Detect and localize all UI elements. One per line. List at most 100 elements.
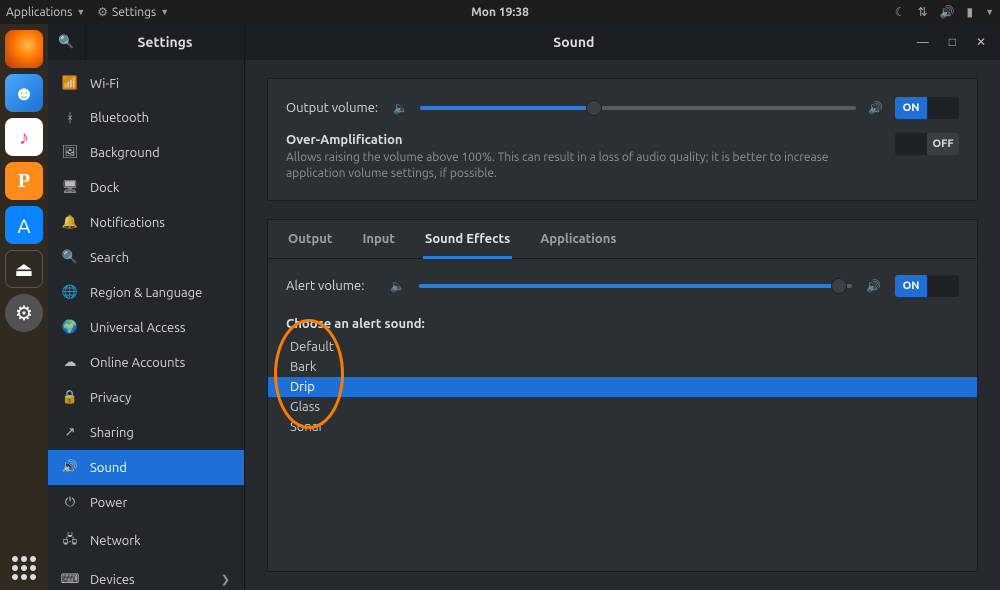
alert-sound-drip[interactable]: Drip bbox=[268, 377, 977, 397]
toggle-on-label bbox=[895, 133, 927, 155]
alert-sound-glass[interactable]: Glass bbox=[268, 397, 977, 417]
sidebar-item-privacy[interactable]: 🔒Privacy bbox=[48, 380, 244, 415]
sidebar-item-label: Background bbox=[90, 146, 160, 160]
speaker-high-icon: 🔊 bbox=[866, 279, 881, 293]
sidebar-item-label: Sharing bbox=[90, 426, 134, 440]
sidebar-item-label: Online Accounts bbox=[90, 356, 185, 370]
sidebar-item-label: Dock bbox=[90, 181, 119, 195]
settings-topmenu-label: Settings bbox=[112, 6, 156, 19]
show-applications-button[interactable] bbox=[12, 556, 36, 580]
sidebar-item-sound[interactable]: 🔊 Sound bbox=[48, 450, 244, 485]
search-button[interactable]: 🔍 bbox=[48, 24, 86, 60]
speaker-high-icon: 🔊 bbox=[868, 101, 883, 115]
sidebar-item-online[interactable]: ☁ Online Accounts bbox=[48, 345, 244, 380]
sidebar-item-wifi[interactable]: 📶Wi-Fi bbox=[48, 66, 244, 101]
chevron-down-icon: ▼ bbox=[160, 7, 169, 17]
sidebar-item-notifications[interactable]: 🔔Notifications bbox=[48, 205, 244, 240]
alert-sound-sonar[interactable]: Sonar bbox=[268, 417, 977, 437]
system-tray[interactable]: ☾ ⇅ 🔊 ▮ ▼ bbox=[895, 5, 994, 19]
online-icon: ☁ bbox=[62, 355, 78, 370]
sound-icon: 🔊 bbox=[62, 460, 78, 475]
content-area: Output volume: 🔈 🔊 ON Over-Amplification bbox=[245, 60, 1000, 590]
sharing-icon: ↗ bbox=[62, 425, 78, 440]
speaker-low-icon: 🔈 bbox=[393, 101, 408, 115]
dock-icon-pages[interactable]: P bbox=[5, 162, 43, 200]
sound-tabs-panel: OutputInputSound EffectsApplications Ale… bbox=[267, 219, 978, 572]
chevron-down-icon: ▼ bbox=[985, 7, 994, 17]
applications-menu-label: Applications bbox=[6, 6, 72, 19]
sidebar-item-label: Search bbox=[90, 251, 129, 265]
alert-sound-list: DefaultBarkDripGlassSonar bbox=[268, 337, 977, 497]
sidebar-item-search[interactable]: 🔍 Search bbox=[48, 240, 244, 275]
sidebar-item-label: Universal Access bbox=[90, 321, 185, 335]
dock-icon-music[interactable]: ♪ bbox=[5, 118, 43, 156]
sidebar-item-label: Privacy bbox=[90, 391, 131, 405]
output-volume-slider[interactable] bbox=[420, 106, 856, 110]
network-icon: ⇅ bbox=[917, 5, 927, 19]
settings-icon-small: ⚙ bbox=[97, 5, 108, 19]
region-icon: 🌐 bbox=[62, 285, 78, 300]
speaker-low-icon: 🔈 bbox=[390, 279, 405, 293]
dock-icon-firefox[interactable] bbox=[5, 30, 43, 68]
settings-topmenu[interactable]: ⚙ Settings ▼ bbox=[97, 5, 169, 19]
output-mute-toggle[interactable]: ON bbox=[895, 97, 959, 119]
devices-icon: ⌨ bbox=[62, 572, 78, 587]
output-volume-label: Output volume: bbox=[286, 101, 381, 115]
sidebar-item-devices[interactable]: ⌨Devices❯ bbox=[48, 562, 244, 590]
dock-icon-appstore[interactable]: A bbox=[5, 206, 43, 244]
toggle-off-label: OFF bbox=[927, 133, 959, 155]
chevron-right-icon: ❯ bbox=[221, 573, 230, 586]
sidebar-item-background[interactable]: 🖼 Background bbox=[48, 135, 244, 170]
sidebar[interactable]: 📶Wi-FiᚼBluetooth 🖼 Background 🖥 Dock 🔔Notific… bbox=[48, 60, 245, 590]
toggle-on-label: ON bbox=[895, 275, 927, 297]
dock-icon-drive[interactable]: ⏏ bbox=[5, 250, 43, 288]
sidebar-item-network[interactable]: 🖧Network bbox=[48, 520, 244, 562]
sidebar-item-bluetooth[interactable]: ᚼBluetooth bbox=[48, 101, 244, 135]
sidebar-item-sharing[interactable]: ↗ Sharing bbox=[48, 415, 244, 450]
dock-icon-settings[interactable]: ⚙ bbox=[5, 294, 43, 332]
background-icon: 🖼 bbox=[62, 145, 78, 160]
sidebar-item-label: Bluetooth bbox=[90, 111, 149, 125]
overamp-desc: Allows raising the volume above 100%. Th… bbox=[286, 150, 881, 182]
notifications-icon: 🔔 bbox=[62, 215, 78, 230]
minimize-button[interactable]: — bbox=[917, 36, 929, 49]
alert-mute-toggle[interactable]: ON bbox=[895, 275, 959, 297]
page-title: Sound bbox=[245, 24, 903, 60]
toggle-on-label: ON bbox=[895, 97, 927, 119]
titlebar: 🔍 Settings Sound — □ ✕ bbox=[48, 24, 1000, 60]
tab-output[interactable]: Output bbox=[286, 232, 334, 259]
wifi-icon: 📶 bbox=[62, 76, 78, 91]
overamp-title: Over-Amplification bbox=[286, 133, 881, 147]
close-button[interactable]: ✕ bbox=[976, 35, 986, 49]
sidebar-item-label: Sound bbox=[90, 461, 127, 475]
sidebar-item-region[interactable]: 🌐 Region & Language bbox=[48, 275, 244, 310]
toggle-off-label bbox=[927, 97, 959, 119]
sidebar-item-universal[interactable]: 🌍 Universal Access bbox=[48, 310, 244, 345]
tab-sound-effects[interactable]: Sound Effects bbox=[423, 232, 512, 259]
search-icon: 🔍 bbox=[62, 250, 78, 265]
chevron-down-icon: ▼ bbox=[76, 7, 85, 17]
alert-sound-bark[interactable]: Bark bbox=[268, 357, 977, 377]
dock-icon-finder[interactable]: ☻ bbox=[5, 74, 43, 112]
sidebar-item-power[interactable]: ⏻Power bbox=[48, 485, 244, 520]
settings-window: 🔍 Settings Sound — □ ✕ 📶Wi-FiᚼBluetooth🖼… bbox=[48, 24, 1000, 590]
search-icon: 🔍 bbox=[58, 35, 74, 50]
choose-alert-label: Choose an alert sound: bbox=[268, 305, 977, 337]
battery-icon: ▮ bbox=[966, 5, 973, 19]
alert-sound-default[interactable]: Default bbox=[268, 337, 977, 357]
volume-icon: 🔊 bbox=[940, 5, 955, 19]
applications-menu[interactable]: Applications ▼ bbox=[6, 6, 85, 19]
power-icon: ⏻ bbox=[62, 495, 78, 510]
tab-applications[interactable]: Applications bbox=[538, 232, 618, 259]
sidebar-item-dock[interactable]: 🖥 Dock bbox=[48, 170, 244, 205]
sidebar-item-label: Region & Language bbox=[90, 286, 202, 300]
tab-input[interactable]: Input bbox=[360, 232, 397, 259]
dock: ☻ ♪ P A ⏏ ⚙ bbox=[0, 24, 48, 590]
universal-icon: 🌍 bbox=[62, 320, 78, 335]
dock-icon: 🖥 bbox=[62, 180, 78, 195]
toggle-off-label bbox=[927, 275, 959, 297]
tabs-row: Output Input Sound Effects Applications bbox=[268, 220, 977, 259]
alert-volume-slider[interactable] bbox=[419, 284, 852, 288]
maximize-button[interactable]: □ bbox=[949, 35, 956, 49]
overamp-toggle[interactable]: OFF bbox=[895, 133, 959, 155]
